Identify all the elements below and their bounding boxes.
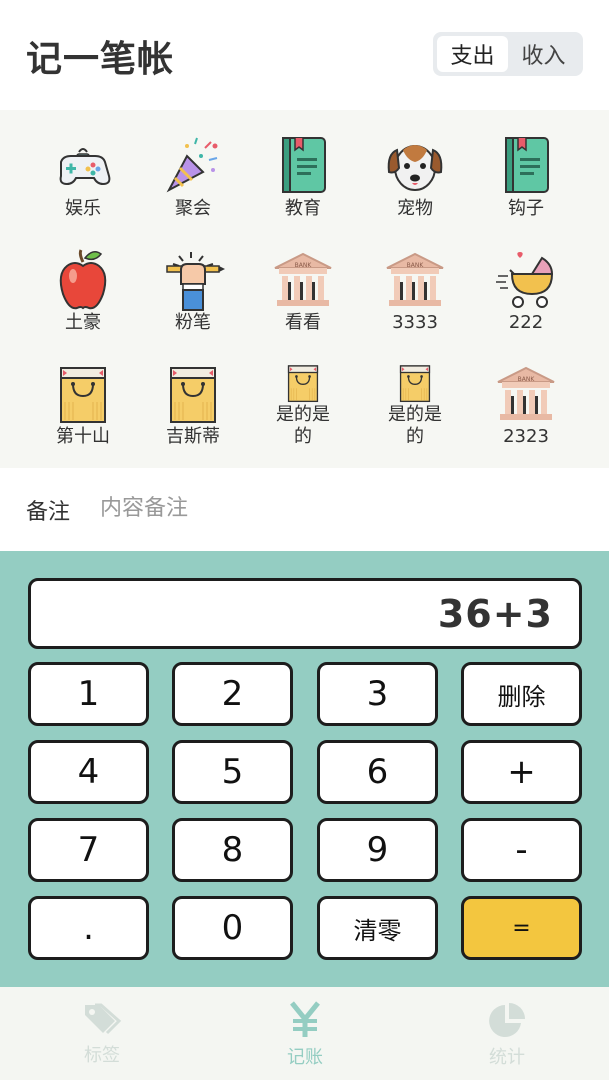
yen-icon	[290, 1001, 320, 1037]
category-label: 是的是的	[388, 404, 442, 447]
category-item[interactable]: 教育	[258, 110, 348, 220]
bank-icon: BANK	[386, 252, 444, 306]
category-label: 聚会	[175, 198, 211, 219]
category-label: 宠物	[397, 198, 433, 219]
category-label: 吉斯蒂	[166, 426, 220, 447]
shopping-bag-icon	[170, 367, 216, 423]
party-popper-icon	[166, 137, 218, 193]
svg-text:BANK: BANK	[295, 262, 313, 269]
category-item[interactable]: 是的是的	[258, 338, 348, 448]
header: 记一笔帐 支出 收入	[0, 0, 609, 110]
hand-pencil-icon	[166, 252, 225, 311]
remark-input[interactable]	[98, 490, 578, 526]
category-item[interactable]: BANK 看看	[258, 224, 348, 334]
book-icon	[282, 137, 326, 193]
category-label: 2323	[503, 426, 549, 447]
type-toggle: 支出 收入	[433, 32, 583, 76]
bottom-nav: 标签 记账 统计	[0, 987, 609, 1080]
apple-icon	[59, 249, 107, 310]
minus-button[interactable]: -	[461, 818, 582, 882]
category-item[interactable]: BANK 3333	[370, 224, 460, 334]
remark-row: 备注	[0, 468, 609, 551]
category-label: 娱乐	[65, 198, 101, 219]
nav-item-statistics[interactable]: 统计	[447, 987, 567, 1080]
nav-label: 记账	[287, 1047, 323, 1068]
category-label: 土豪	[65, 312, 101, 333]
key-1[interactable]: 1	[28, 662, 149, 726]
svg-text:BANK: BANK	[518, 376, 536, 383]
bank-icon: BANK	[274, 252, 332, 306]
clear-button[interactable]: 清零	[317, 896, 438, 960]
nav-item-tags[interactable]: 标签	[42, 987, 162, 1080]
category-item[interactable]: 娱乐	[38, 110, 128, 220]
category-label: 看看	[285, 312, 321, 333]
shopping-bag-icon	[60, 367, 106, 423]
book-icon	[505, 137, 549, 193]
category-grid: 娱乐 聚会 教育 宠物 钩子 土豪 粉笔 BANK 看看 BANK 3333 2…	[0, 110, 609, 468]
key-9[interactable]: 9	[317, 818, 438, 882]
dog-icon	[387, 145, 443, 191]
shopping-bag-icon	[399, 365, 431, 403]
key-4[interactable]: 4	[28, 740, 149, 804]
nav-label: 标签	[84, 1045, 120, 1066]
shopping-bag-icon	[287, 365, 319, 403]
tag-icon	[85, 1003, 122, 1035]
category-item[interactable]: 是的是的	[370, 338, 460, 448]
category-item[interactable]: BANK 2323	[481, 338, 571, 448]
keypad: 36+3 1 2 3 删除 4 5 6 + 7 8 9 - . 0 清零 =	[0, 551, 609, 987]
stroller-icon	[496, 252, 554, 308]
category-item[interactable]: 222	[481, 224, 571, 334]
category-label: 粉笔	[175, 312, 211, 333]
svg-text:BANK: BANK	[407, 262, 425, 269]
key-0[interactable]: 0	[172, 896, 293, 960]
page-title: 记一笔帐	[26, 39, 175, 80]
tab-expense[interactable]: 支出	[437, 36, 508, 72]
category-item[interactable]: 粉笔	[148, 224, 238, 334]
key-2[interactable]: 2	[172, 662, 293, 726]
key-6[interactable]: 6	[317, 740, 438, 804]
key-7[interactable]: 7	[28, 818, 149, 882]
remark-label: 备注	[26, 500, 71, 525]
nav-item-bookkeeping[interactable]: 记账	[245, 987, 365, 1080]
key-5[interactable]: 5	[172, 740, 293, 804]
category-item[interactable]: 吉斯蒂	[148, 338, 238, 448]
category-label: 是的是的	[276, 404, 330, 447]
category-item[interactable]: 宠物	[370, 110, 460, 220]
decimal-button[interactable]: .	[28, 896, 149, 960]
category-label: 第十山	[56, 426, 110, 447]
bank-icon: BANK	[497, 366, 555, 420]
category-item[interactable]: 钩子	[481, 110, 571, 220]
category-item[interactable]: 聚会	[148, 110, 238, 220]
key-3[interactable]: 3	[317, 662, 438, 726]
equals-button[interactable]: =	[461, 896, 582, 960]
tab-income[interactable]: 收入	[508, 36, 579, 72]
delete-button[interactable]: 删除	[461, 662, 582, 726]
key-8[interactable]: 8	[172, 818, 293, 882]
plus-button[interactable]: +	[461, 740, 582, 804]
category-label: 222	[508, 312, 544, 333]
category-label: 钩子	[508, 198, 544, 219]
category-item[interactable]: 土豪	[38, 224, 128, 334]
nav-label: 统计	[489, 1047, 525, 1068]
pie-chart-icon	[489, 1003, 525, 1037]
amount-display: 36+3	[28, 578, 582, 649]
category-label: 教育	[285, 198, 321, 219]
category-label: 3333	[392, 312, 438, 333]
category-item[interactable]: 第十山	[38, 338, 128, 448]
gamepad-icon	[59, 148, 111, 186]
